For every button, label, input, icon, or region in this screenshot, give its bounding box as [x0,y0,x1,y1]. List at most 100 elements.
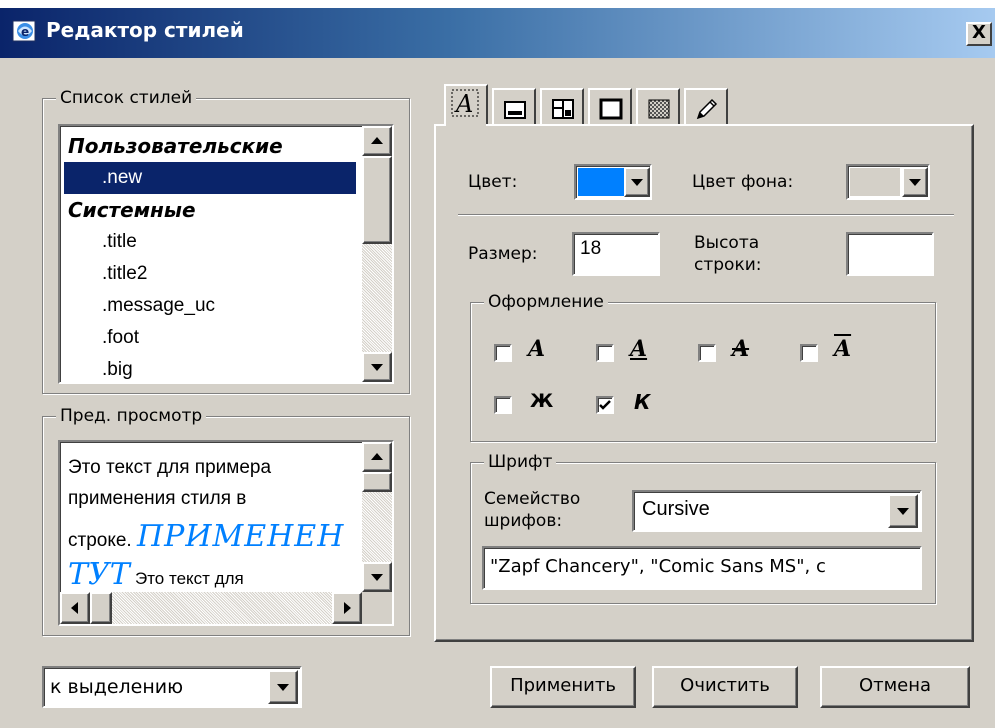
pattern-icon [648,99,670,119]
scroll-down-button[interactable] [362,352,392,382]
preview-scroll-up-button[interactable] [362,442,392,472]
italic-glyph: К [634,390,651,414]
style-category-header: Пользовательские [68,134,283,158]
style-list-item[interactable]: .title [64,226,356,258]
color-dropdown-button[interactable] [624,167,650,197]
font-a-icon: A [451,89,479,118]
arrow-up-icon [371,137,383,144]
style-list-item[interactable]: .foot [64,322,356,354]
tab-layout[interactable] [540,88,584,124]
color-swatch [578,168,624,196]
apply-scope-select[interactable]: к выделению [42,666,302,708]
color-picker[interactable] [574,164,652,200]
line-height-input[interactable] [846,232,934,276]
decoration-group [470,302,936,442]
preview-content: Это текст для примера применения стиля в… [68,452,364,590]
italic-checkbox[interactable] [596,396,614,414]
apply-button[interactable]: Применить [490,666,636,708]
separator [458,214,954,216]
arrow-left-icon [71,602,78,614]
font-list-input[interactable]: "Zapf Chancery", "Comic Sans MS", c [482,546,922,590]
line-height-label-2: строки: [694,255,762,275]
tab-misc[interactable] [684,88,728,124]
font-family-label-1: Семейство [484,489,581,509]
apply-scope-dropdown-button[interactable] [268,670,298,704]
font-family-dropdown-button[interactable] [888,494,918,528]
strikethrough-glyph: A [732,336,750,362]
preview-scroll-down-button[interactable] [362,562,392,592]
tab-text[interactable] [492,88,536,124]
preview-box[interactable]: Это текст для примера применения стиля в… [58,440,394,626]
preview-line-3-plain: строке. [68,530,132,551]
svg-text:e: e [21,25,29,39]
style-list-item[interactable]: .message_uc [64,290,356,322]
strikethrough-checkbox[interactable] [698,344,716,362]
font-family-label-2: шрифов: [484,511,563,531]
underline-checkbox[interactable] [596,344,614,362]
tab-font[interactable]: A [444,84,488,126]
pencil-icon [696,98,718,120]
close-button[interactable]: X [966,22,992,46]
bgcolor-swatch [850,168,900,196]
font-list-value: "Zapf Chancery", "Comic Sans MS", c [490,556,826,577]
preview-h-scroll-thumb[interactable] [90,592,112,624]
styles-list[interactable]: Пользовательские .new Системные .title .titl… [58,124,394,384]
arrow-down-icon [371,574,383,581]
color-label: Цвет: [468,172,518,192]
preview-line-3: строке. ПРИМЕНЕН [68,514,364,560]
chevron-down-icon [897,508,909,515]
styles-group-legend: Список стилей [56,88,197,108]
preview-styled-text-2: ТУТ [68,557,130,592]
chevron-down-icon [631,179,643,186]
chevron-down-icon [277,684,289,691]
preview-scroll-right-button[interactable] [332,592,362,624]
preview-line-4: ТУТ Это текст для [68,560,364,590]
preview-line-4-plain: Это текст для [134,569,244,588]
line-height-label: Высота строки: [694,232,762,276]
size-value: 18 [580,238,602,259]
layout-icon [552,99,574,119]
bgcolor-picker[interactable] [846,164,930,200]
svg-text:A: A [454,90,473,118]
app-icon: e [12,18,38,44]
arrow-right-icon [344,602,351,614]
checkmark-icon [599,400,611,410]
line-height-label-1: Высота [694,233,760,253]
normal-glyph: A [528,336,546,362]
close-icon: X [972,22,986,43]
arrow-up-icon [371,453,383,460]
preview-line-1: Это текст для примера [68,457,272,478]
overline-checkbox[interactable] [800,344,818,362]
preview-scroll-thumb[interactable] [362,472,392,492]
bgcolor-label: Цвет фона: [692,172,794,192]
font-family-label: Семейство шрифов: [484,488,580,532]
tab-background[interactable] [636,88,680,124]
window-title: Редактор стилей [46,18,244,42]
apply-scope-value: к выделению [50,676,184,698]
font-family-select[interactable]: Cursive [632,490,922,532]
style-list-item[interactable]: .title2 [64,258,356,290]
font-family-value: Cursive [642,498,710,520]
scroll-thumb[interactable] [362,156,392,244]
bold-checkbox[interactable] [494,396,512,414]
preview-styled-text: ПРИМЕНЕН [137,519,345,554]
active-tab-seam [446,122,486,126]
font-legend: Шрифт [484,452,557,472]
cancel-button[interactable]: Отмена [820,666,970,708]
border-icon [599,98,623,120]
style-category-header: Системные [68,198,196,222]
text-block-icon [504,101,526,119]
preview-group-legend: Пред. просмотр [56,406,207,426]
normal-checkbox[interactable] [494,344,512,362]
scrollbar-corner [362,592,392,624]
style-list-item[interactable]: .new [64,162,356,194]
style-list-item[interactable]: .big [64,354,356,382]
scroll-up-button[interactable] [362,126,392,156]
bold-glyph: Ж [530,390,554,412]
bgcolor-dropdown-button[interactable] [902,167,928,197]
arrow-down-icon [371,364,383,371]
tab-border[interactable] [588,88,632,124]
preview-scroll-left-button[interactable] [60,592,90,624]
size-input[interactable]: 18 [572,232,660,276]
clear-button[interactable]: Очистить [652,666,798,708]
